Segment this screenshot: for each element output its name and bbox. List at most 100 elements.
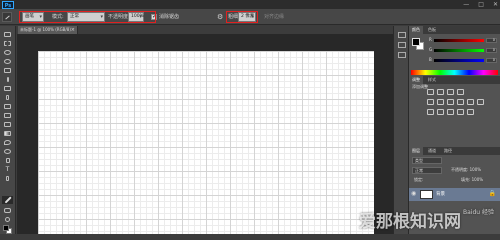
channel-mixer-icon[interactable] [477,99,484,105]
dodge-tool-icon[interactable] [2,147,13,155]
photoshop-logo: Ps [2,0,14,9]
posterize-icon[interactable] [437,109,444,115]
slider-g-track[interactable] [434,49,484,52]
panel-foreground-swatch[interactable] [412,38,420,46]
character-panel-icon[interactable] [398,52,406,58]
history-panel-icon[interactable] [398,32,406,38]
color-panel-tabs: 颜色 色板 [409,26,500,34]
tab-styles[interactable]: 样式 [425,76,439,84]
gradient-map-icon[interactable] [457,109,464,115]
curves-icon[interactable] [447,89,454,95]
menu-bar: Ps — □ ✕ [0,0,500,9]
marquee-tool-icon[interactable] [2,39,13,47]
document-window [17,34,393,234]
type-tool-icon[interactable]: T [2,165,13,173]
adjustments-title: 添加调整 [412,84,428,89]
quick-select-tool-icon[interactable] [2,57,13,65]
watermark: 爱那根知识网 Baidu 经验 [359,207,494,232]
close-tab-icon[interactable]: × [71,26,75,34]
gradient-tool-icon[interactable] [2,129,13,137]
layer-opacity[interactable]: 不透明度: 100% [449,167,497,174]
tab-channels[interactable]: 通道 [425,147,439,155]
eraser-tool-icon[interactable] [2,120,13,128]
document-tab-title: 未标题-1 @ 100% (RGB/8) [20,27,71,32]
threshold-icon[interactable] [447,109,454,115]
canvas-grid[interactable] [38,51,374,234]
slider-r-label: R [429,37,432,42]
document-tab[interactable]: 未标题-1 @ 100% (RGB/8) × [18,26,78,34]
watermark-text: 爱那根知识网 [359,212,462,232]
hue-saturation-icon[interactable] [437,99,444,105]
brightness-contrast-icon[interactable] [427,89,434,95]
move-tool-icon[interactable] [2,30,13,38]
right-panels: 颜色 色板 R 0 G 0 B 0 调整 样式 添加调整 图层 通道 路径 类型… [409,26,500,234]
slider-b[interactable]: B 0 [429,57,499,64]
history-brush-tool-icon[interactable] [2,111,13,119]
slider-g[interactable]: G 0 [429,47,499,54]
layer-name: 背景 [436,192,445,197]
photo-filter-icon[interactable] [467,99,474,105]
layer-lock-label: 锁定: [414,177,424,182]
slider-r-track[interactable] [434,39,484,42]
weight-input[interactable]: 2 像素 [238,12,256,22]
slider-b-label: B [429,57,432,62]
anti-alias-checkbox[interactable] [151,12,157,22]
selective-color-icon[interactable] [467,109,474,115]
window-controls: — □ ✕ [463,1,498,8]
tool-preset-picker[interactable] [2,12,12,22]
layer-filter-dropdown[interactable]: 类型 [412,157,442,164]
slider-b-track[interactable] [434,59,484,62]
layer-fill[interactable]: 填充: 100% [459,177,497,184]
brush-tool-icon[interactable] [2,93,13,101]
crop-tool-icon[interactable] [2,66,13,74]
color-spectrum[interactable] [411,70,498,75]
clone-stamp-tool-icon[interactable] [2,102,13,110]
layer-thumbnail [420,190,433,199]
hand-tool-icon[interactable] [2,206,13,214]
layer-blend-dropdown[interactable]: 正常 [412,167,442,174]
minimize-button[interactable]: — [463,1,469,8]
layer-row-background[interactable]: ◉ 背景 🔒 [409,188,500,201]
close-button[interactable]: ✕ [493,1,498,8]
slider-r[interactable]: R 0 [429,37,499,44]
mode-label: 模式: [52,14,64,20]
tab-paths[interactable]: 路径 [441,147,455,155]
gear-icon[interactable]: ⚙ [217,12,223,22]
slider-g-value[interactable]: 0 [486,48,497,53]
tool-mode-dropdown[interactable]: 画笔 [22,12,44,22]
mode-dropdown[interactable]: 正常 [67,12,105,22]
healing-brush-tool-icon[interactable] [2,84,13,92]
vibrance-icon[interactable] [427,99,434,105]
line-tool-icon[interactable] [2,196,13,204]
align-edges-label: 对齐边缘 [264,14,285,20]
exposure-icon[interactable] [457,89,464,95]
slider-r-value[interactable]: 0 [486,38,497,43]
levels-icon[interactable] [437,89,444,95]
opacity-input[interactable]: 100% [128,12,144,22]
color-balance-icon[interactable] [447,99,454,105]
slider-b-value[interactable]: 0 [486,58,497,63]
blur-tool-icon[interactable] [2,138,13,146]
options-bar: 画笔 模式: 正常 不透明度: 100% 消除锯齿 ⚙ 粗细: 2 像素 对齐边… [0,9,500,25]
properties-panel-icon[interactable] [398,42,406,48]
tab-color[interactable]: 颜色 [409,26,423,34]
eyedropper-tool-icon[interactable] [2,75,13,83]
pen-tool-icon[interactable] [2,156,13,164]
maximize-button[interactable]: □ [478,1,484,8]
tab-swatches[interactable]: 色板 [425,26,439,34]
black-white-icon[interactable] [457,99,464,105]
zoom-tool-icon[interactable] [2,215,13,223]
adjustments-grid [427,89,485,119]
anti-alias-label: 消除锯齿 [159,14,180,20]
layers-panel-tabs: 图层 通道 路径 [409,147,500,155]
collapsed-panels-strip [393,26,409,234]
path-selection-tool-icon[interactable] [2,174,13,182]
tab-layers[interactable]: 图层 [409,147,423,155]
foreground-color-swatch[interactable] [3,225,9,231]
lock-icon: 🔒 [488,190,496,197]
visibility-eye-icon[interactable]: ◉ [411,190,416,197]
opacity-label: 不透明度: [108,14,130,20]
invert-icon[interactable] [427,109,434,115]
lasso-tool-icon[interactable] [2,48,13,56]
tab-adjustments[interactable]: 调整 [409,76,423,84]
